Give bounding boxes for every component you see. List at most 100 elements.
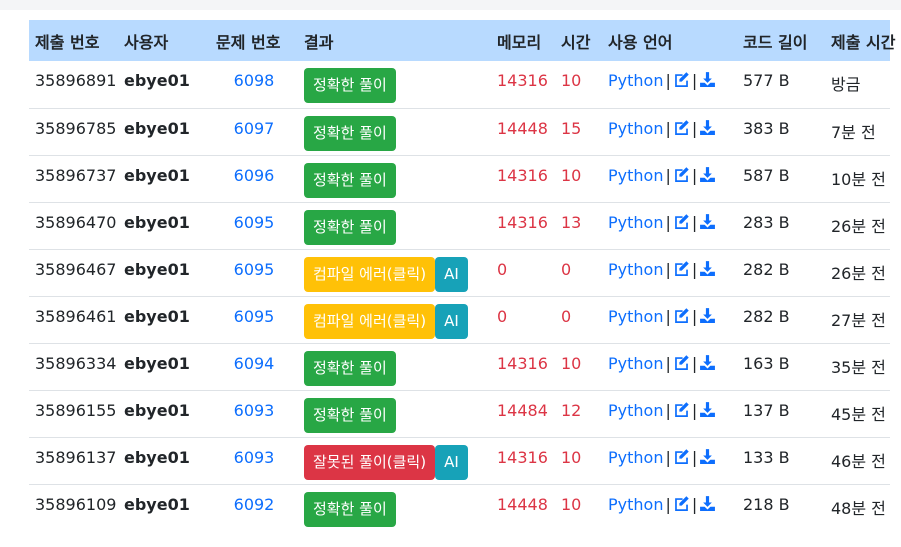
- problem-link[interactable]: 6095: [210, 248, 298, 296]
- result-cell: 컴파일 에러(클릭) AI: [298, 295, 491, 343]
- result-badge[interactable]: 컴파일 에러(클릭): [304, 303, 436, 339]
- ai-button[interactable]: AI: [435, 303, 468, 339]
- header-result: 결과: [298, 20, 491, 61]
- result-cell: 정확한 풀이: [298, 483, 491, 531]
- edit-icon[interactable]: [673, 260, 690, 277]
- download-icon[interactable]: [699, 260, 716, 277]
- ai-button[interactable]: AI: [435, 256, 468, 292]
- user-link[interactable]: ebye01: [118, 342, 210, 390]
- language-link[interactable]: Python: [608, 354, 663, 373]
- user-link[interactable]: ebye01: [118, 436, 210, 484]
- time-value: 10: [555, 436, 602, 484]
- submission-row: 35896109 ebye01 6092 정확한 풀이 14448 10 Python | | 2…: [29, 483, 890, 531]
- edit-icon[interactable]: [673, 213, 690, 230]
- edit-icon[interactable]: [673, 495, 690, 512]
- code-length: 137 B: [737, 389, 825, 437]
- separator: |: [665, 494, 671, 514]
- edit-icon[interactable]: [673, 119, 690, 136]
- download-icon[interactable]: [699, 71, 716, 88]
- edit-icon[interactable]: [673, 71, 690, 88]
- result-badge: 정확한 풀이: [304, 350, 396, 386]
- user-link[interactable]: ebye01: [118, 295, 210, 343]
- result-cell: 잘못된 풀이(클릭) AI: [298, 436, 491, 484]
- code-length: 218 B: [737, 483, 825, 531]
- edit-icon[interactable]: [673, 448, 690, 465]
- memory-value: 14484: [491, 389, 555, 437]
- download-icon[interactable]: [699, 401, 716, 418]
- language-cell: Python | |: [602, 389, 737, 437]
- language-link[interactable]: Python: [608, 213, 663, 232]
- download-icon[interactable]: [699, 213, 716, 230]
- download-icon[interactable]: [699, 307, 716, 324]
- edit-icon[interactable]: [673, 401, 690, 418]
- submission-id: 35896109: [29, 483, 118, 531]
- memory-value: 14316: [491, 201, 555, 249]
- result-badge: 정확한 풀이: [304, 115, 396, 151]
- user-link[interactable]: ebye01: [118, 154, 210, 202]
- ai-button[interactable]: AI: [435, 444, 468, 480]
- time-value: 13: [555, 201, 602, 249]
- user-link[interactable]: ebye01: [118, 483, 210, 531]
- submission-row: 35896137 ebye01 6093 잘못된 풀이(클릭) AI 14316 10 Pyt…: [29, 436, 890, 484]
- submitted-time: 48분 전: [825, 483, 890, 531]
- submitted-time: 7분 전: [825, 107, 890, 155]
- top-strip: [0, 0, 901, 10]
- submissions-table: 제출 번호 사용자 문제 번호 결과 메모리 시간 사용 언어 코드 길이 제출…: [29, 20, 895, 531]
- language-link[interactable]: Python: [608, 401, 663, 420]
- language-link[interactable]: Python: [608, 260, 663, 279]
- problem-link[interactable]: 6092: [210, 483, 298, 531]
- code-length: 163 B: [737, 342, 825, 390]
- separator: |: [665, 71, 671, 90]
- separator: |: [691, 353, 698, 373]
- result-badge[interactable]: 잘못된 풀이(클릭): [304, 444, 436, 480]
- table-body: 35896891 ebye01 6098 정확한 풀이 14316 10 Python | | 5…: [29, 61, 890, 531]
- download-icon[interactable]: [699, 495, 716, 512]
- memory-value: 0: [491, 295, 555, 343]
- time-value: 15: [555, 107, 602, 155]
- user-link[interactable]: ebye01: [118, 107, 210, 155]
- code-length: 587 B: [737, 154, 825, 202]
- memory-value: 14316: [491, 154, 555, 202]
- submission-id: 35896155: [29, 389, 118, 437]
- result-badge[interactable]: 컴파일 에러(클릭): [304, 256, 436, 292]
- language-link[interactable]: Python: [608, 448, 663, 467]
- edit-icon[interactable]: [673, 307, 690, 324]
- problem-link[interactable]: 6096: [210, 154, 298, 202]
- edit-icon[interactable]: [673, 166, 690, 183]
- submission-row: 35896155 ebye01 6093 정확한 풀이 14484 12 Python | | 1…: [29, 389, 890, 437]
- submission-id: 35896785: [29, 107, 118, 155]
- table-header: 제출 번호 사용자 문제 번호 결과 메모리 시간 사용 언어 코드 길이 제출…: [29, 20, 895, 61]
- language-link[interactable]: Python: [608, 119, 663, 138]
- download-icon[interactable]: [699, 354, 716, 371]
- problem-link[interactable]: 6095: [210, 201, 298, 249]
- problem-link[interactable]: 6093: [210, 436, 298, 484]
- code-length: 133 B: [737, 436, 825, 484]
- download-icon[interactable]: [699, 166, 716, 183]
- problem-link[interactable]: 6095: [210, 295, 298, 343]
- language-link[interactable]: Python: [608, 307, 663, 326]
- submission-id: 35896461: [29, 295, 118, 343]
- user-link[interactable]: ebye01: [118, 61, 210, 108]
- language-cell: Python | |: [602, 154, 737, 202]
- header-code-length: 코드 길이: [737, 20, 825, 61]
- user-link[interactable]: ebye01: [118, 248, 210, 296]
- download-icon[interactable]: [699, 448, 716, 465]
- problem-link[interactable]: 6093: [210, 389, 298, 437]
- separator: |: [691, 118, 698, 138]
- user-link[interactable]: ebye01: [118, 389, 210, 437]
- language-link[interactable]: Python: [608, 166, 663, 185]
- language-cell: Python | |: [602, 436, 737, 484]
- edit-icon[interactable]: [673, 354, 690, 371]
- memory-value: 14316: [497, 71, 548, 90]
- problem-link[interactable]: 6094: [210, 342, 298, 390]
- separator: |: [691, 400, 698, 420]
- header-row: 제출 번호 사용자 문제 번호 결과 메모리 시간 사용 언어 코드 길이 제출…: [29, 20, 895, 61]
- download-icon[interactable]: [699, 119, 716, 136]
- language-link[interactable]: Python: [608, 71, 663, 90]
- separator: |: [691, 71, 698, 90]
- language-link[interactable]: Python: [608, 495, 663, 514]
- user-link[interactable]: ebye01: [118, 201, 210, 249]
- problem-link[interactable]: 6098: [210, 61, 298, 108]
- header-submitted-time: 제출 시간: [825, 20, 895, 61]
- problem-link[interactable]: 6097: [210, 107, 298, 155]
